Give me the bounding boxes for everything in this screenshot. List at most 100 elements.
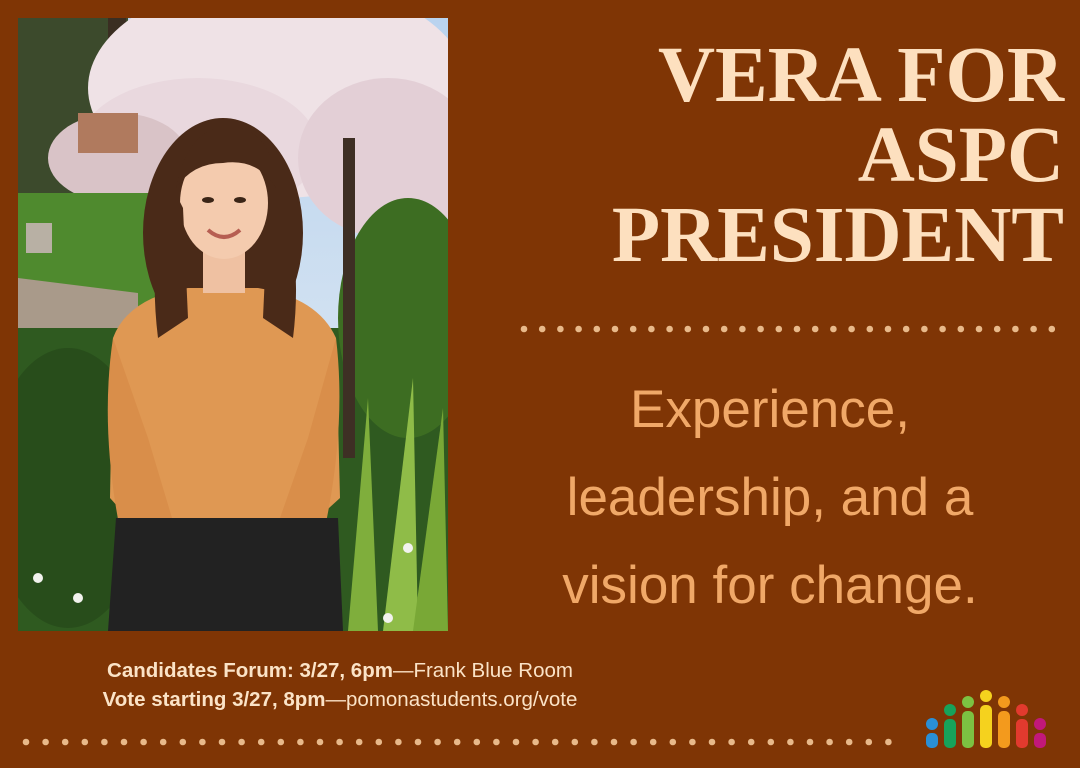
vote-line: Vote starting 3/27, 8pm—pomonastudents.o… (20, 685, 660, 714)
forum-label: Candidates Forum: 3/27, 6pm (107, 659, 393, 682)
vote-label: Vote starting 3/27, 8pm (102, 688, 326, 711)
divider-dot (826, 738, 833, 746)
divider-dot (610, 738, 618, 746)
divider-dot (277, 738, 285, 746)
divider-dot (593, 325, 601, 333)
logo-person-body (1034, 733, 1046, 748)
divider-dot (120, 738, 128, 746)
logo-person-head (998, 696, 1010, 708)
divider-dot (336, 738, 343, 746)
divider-dot (811, 325, 819, 333)
divider-dot (830, 325, 837, 333)
tagline-line-2: leadership, and a (566, 468, 974, 527)
forum-line: Candidates Forum: 3/27, 6pm—Frank Blue R… (20, 656, 660, 685)
divider-dot (747, 738, 755, 746)
divider-dot (591, 738, 598, 746)
divider-dot (993, 325, 1001, 333)
divider-dot (611, 325, 619, 333)
divider-dot (975, 325, 983, 333)
divider-dot (684, 325, 692, 333)
divider-dot (532, 738, 539, 746)
divider-dot (767, 738, 775, 746)
logo-person-body (1016, 719, 1028, 748)
logo-person-body (998, 711, 1010, 748)
divider-dot (551, 738, 559, 746)
vote-link[interactable]: —pomonastudents.org/vote (326, 688, 578, 711)
divider-dot (865, 738, 873, 746)
divider-dot (140, 738, 147, 746)
divider-dot (902, 325, 910, 333)
divider-dot (316, 738, 324, 746)
logo-person-head (926, 718, 938, 730)
title-line-1: VERA FOR (658, 32, 1064, 119)
logo-person-body (926, 733, 938, 748)
divider-dot (159, 738, 167, 746)
divider-dot (493, 738, 500, 746)
logo-person-head (1016, 704, 1028, 716)
divider-dot (866, 325, 874, 333)
divider-dot (101, 738, 108, 746)
divider-dot (885, 738, 892, 746)
divider-dot (845, 738, 853, 746)
divider-dot (666, 325, 673, 333)
divider-dot (414, 738, 422, 746)
divider-dot (669, 738, 677, 746)
logo-person-head (1034, 718, 1046, 730)
logo-person-head (944, 704, 956, 716)
divider-dot (1030, 325, 1037, 333)
logo-person-head (980, 690, 992, 702)
divider-dot (806, 738, 814, 746)
divider-dot (434, 738, 441, 746)
tagline-line-3: vision for change. (562, 556, 978, 615)
divider-dot (728, 738, 735, 746)
aspc-people-logo (926, 690, 1046, 748)
divider-dot (1012, 325, 1019, 333)
divider-dot (757, 325, 764, 333)
divider-dot (42, 738, 49, 746)
divider-dot (375, 738, 383, 746)
dotted-divider-top (520, 325, 1055, 333)
divider-dot (720, 325, 728, 333)
candidate-photo (18, 18, 448, 631)
divider-dot (939, 325, 946, 333)
divider-dot (689, 738, 696, 746)
candidate-portrait-image (18, 18, 448, 631)
divider-dot (257, 738, 265, 746)
divider-dot (921, 325, 928, 333)
title-line-3: PRESIDENT (611, 192, 1064, 279)
divider-dot (520, 325, 528, 333)
divider-dot (648, 325, 655, 333)
divider-dot (512, 738, 520, 746)
divider-dot (629, 325, 637, 333)
campaign-title: VERA FOR ASPC PRESIDENT (504, 36, 1064, 276)
tagline-line-1: Experience, (630, 380, 910, 439)
divider-dot (575, 325, 582, 333)
divider-dot (630, 738, 637, 746)
logo-person-body (962, 711, 974, 748)
divider-dot (22, 738, 30, 746)
divider-dot (957, 325, 965, 333)
campaign-tagline: Experience, leadership, and a vision for… (470, 366, 1070, 630)
divider-dot (453, 738, 461, 746)
divider-dot (793, 325, 801, 333)
divider-dot (1048, 325, 1055, 333)
divider-dot (355, 738, 363, 746)
divider-dot (739, 325, 746, 333)
divider-dot (787, 738, 794, 746)
divider-dot (179, 738, 187, 746)
divider-dot (238, 738, 245, 746)
event-details: Candidates Forum: 3/27, 6pm—Frank Blue R… (20, 656, 660, 714)
dotted-divider-bottom (22, 738, 892, 746)
divider-dot (61, 738, 69, 746)
forum-location: —Frank Blue Room (392, 659, 573, 682)
title-line-2: ASPC (857, 112, 1064, 199)
divider-dot (473, 738, 481, 746)
divider-dot (649, 738, 657, 746)
divider-dot (708, 738, 716, 746)
divider-dot (775, 325, 783, 333)
divider-dot (81, 738, 89, 746)
logo-person-body (980, 705, 992, 748)
divider-dot (199, 738, 206, 746)
logo-person-head (962, 696, 974, 708)
divider-dot (884, 325, 892, 333)
